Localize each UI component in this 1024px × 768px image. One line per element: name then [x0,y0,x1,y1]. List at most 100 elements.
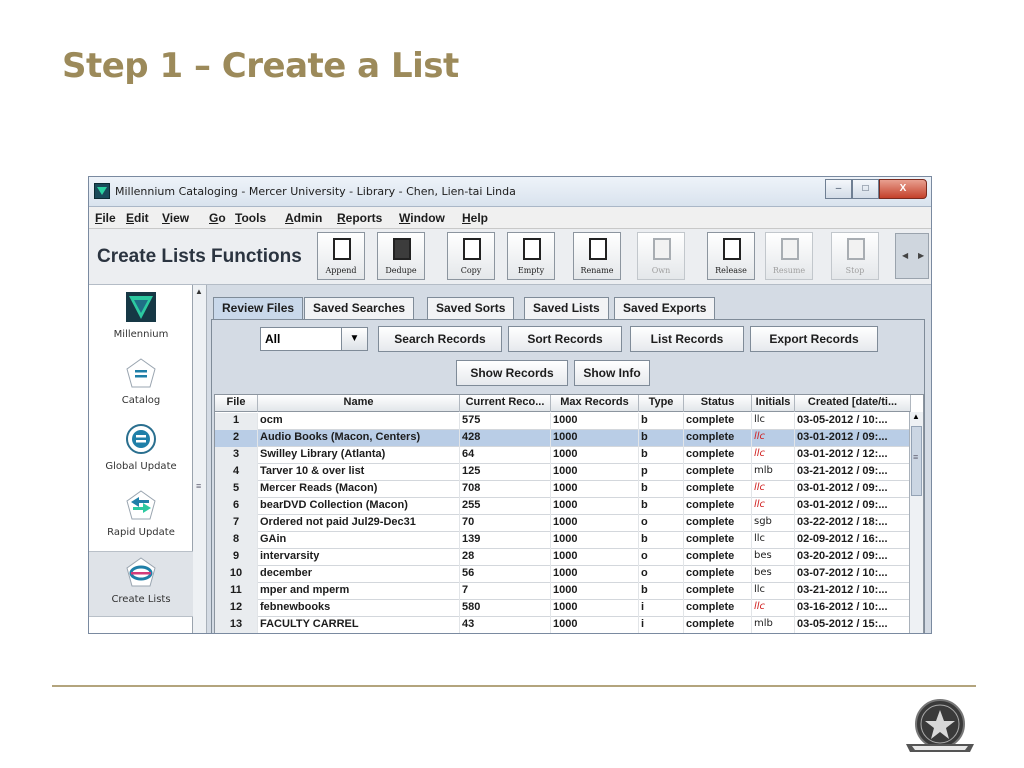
table-row[interactable]: 4 Tarver 10 & over list 125 1000 p complete ml… [215,464,911,481]
column-header-type[interactable]: Type [639,395,684,412]
cell-status: complete [684,447,752,464]
scroll-right-icon[interactable]: ▶ [918,251,924,260]
tab-saved-searches[interactable]: Saved Searches [304,297,415,319]
minimize-button[interactable]: – [825,179,852,199]
table-row[interactable]: 3 Swilley Library (Atlanta) 64 1000 b complet… [215,447,911,464]
append-button[interactable]: Append [317,232,365,280]
scroll-left-icon[interactable]: ◀ [902,251,908,260]
table-row[interactable]: 1 ocm 575 1000 b complete llc 03-05-2012 / 10:.… [215,413,911,430]
column-header-file[interactable]: File [215,395,258,412]
table-row[interactable]: 11 mper and mperm 7 1000 b complete llc 03-21-2… [215,583,911,600]
scroll-up-icon[interactable]: ▲ [195,287,203,296]
dedupe-button[interactable]: Dedupe [377,232,425,280]
cell-list-name: febnewbooks [258,600,460,617]
cell-record-type: o [639,549,684,566]
dedupe-icon [393,238,411,260]
menu-go[interactable]: Go [209,211,226,225]
menu-tools[interactable]: Tools [235,211,266,225]
sidebar-item-catalog[interactable]: Catalog [89,353,193,419]
cell-current-records: 28 [460,549,551,566]
tab-review-files[interactable]: Review Files [213,297,304,319]
empty-button[interactable]: Empty [507,232,555,280]
menu-file[interactable]: File [95,211,116,225]
tab-saved-lists[interactable]: Saved Lists [524,297,609,319]
sidebar-item-create-lists[interactable]: Create Lists [89,551,193,617]
menu-admin[interactable]: Admin [285,211,322,225]
cell-created-date: 03-01-2012 / 09:... [795,481,911,498]
menu-view[interactable]: View [162,211,189,225]
column-header-name[interactable]: Name [258,395,460,412]
column-header-current-records[interactable]: Current Reco... [460,395,551,412]
menu-help[interactable]: Help [462,211,488,225]
table-row[interactable]: 2 Audio Books (Macon, Centers) 428 1000 b com… [215,430,911,447]
table-row[interactable]: 6 bearDVD Collection (Macon) 255 1000 b compl… [215,498,911,515]
cell-current-records: 64 [460,447,551,464]
cell-status: complete [684,566,752,583]
cell-initials: bes [752,566,795,583]
resume-button[interactable]: Resume [765,232,813,280]
cell-max-records: 1000 [551,549,639,566]
column-header-created[interactable]: Created [date/ti... [795,395,911,412]
cell-current-records: 56 [460,566,551,583]
rename-button[interactable]: Rename [573,232,621,280]
tab-saved-exports[interactable]: Saved Exports [614,297,716,319]
export-records-button[interactable]: Export Records [750,326,878,352]
release-button[interactable]: Release [707,232,755,280]
empty-label: Empty [517,266,545,275]
toolbar-scroll[interactable]: ◀ ▶ [895,233,929,279]
cell-created-date: 03-22-2012 / 18:... [795,515,911,532]
own-button[interactable]: Own [637,232,685,280]
cell-created-date: 03-01-2012 / 09:... [795,430,911,447]
column-header-max-records[interactable]: Max Records [551,395,639,412]
scroll-grip-icon: ≡ [913,452,919,462]
sidebar-item-rapid-update[interactable]: Rapid Update [89,485,193,551]
column-header-status[interactable]: Status [684,395,752,412]
table-row[interactable]: 13 FACULTY CARREL 43 1000 i complete mlb 03-05-… [215,617,911,633]
column-header-initials[interactable]: Initials [752,395,795,412]
own-icon [653,238,671,260]
table-row[interactable]: 10 december 56 1000 o complete bes 03-07-2012 /… [215,566,911,583]
sidebar-item-global-update[interactable]: Global Update [89,419,193,485]
show-info-button[interactable]: Show Info [574,360,650,386]
chevron-down-icon[interactable]: ▼ [341,328,367,350]
menu-edit[interactable]: Edit [126,211,149,225]
window-title: Millennium Cataloging - Mercer Universit… [115,185,516,198]
close-button[interactable]: X [879,179,927,199]
file-type-dropdown[interactable]: All ▼ [260,327,368,351]
table-row[interactable]: 9 intervarsity 28 1000 o complete bes 03-20-201… [215,549,911,566]
cell-initials: llc [752,447,795,464]
table-row[interactable]: 7 Ordered not paid Jul29-Dec31 70 1000 o comp… [215,515,911,532]
list-records-button[interactable]: List Records [630,326,744,352]
search-records-button[interactable]: Search Records [378,326,502,352]
cell-initials: llc [752,481,795,498]
maximize-button[interactable]: □ [852,179,879,199]
stop-button[interactable]: Stop [831,232,879,280]
cell-current-records: 575 [460,413,551,430]
table-row[interactable]: 8 GAin 139 1000 b complete llc 02-09-2012 / 16:… [215,532,911,549]
cell-max-records: 1000 [551,481,639,498]
cell-record-type: b [639,481,684,498]
window-titlebar[interactable]: Millennium Cataloging - Mercer Universit… [89,177,931,207]
tab-saved-sorts[interactable]: Saved Sorts [427,297,515,319]
copy-button[interactable]: Copy [447,232,495,280]
app-window: Millennium Cataloging - Mercer Universit… [88,176,932,634]
table-row[interactable]: 12 febnewbooks 580 1000 i complete llc 03-16-20… [215,600,911,617]
cell-list-name: ocm [258,413,460,430]
cell-status: complete [684,430,752,447]
show-records-button[interactable]: Show Records [456,360,568,386]
cell-created-date: 03-21-2012 / 10:... [795,583,911,600]
cell-file-number: 5 [215,481,258,498]
sidebar-item-millennium[interactable]: Millennium [89,287,193,353]
table-row[interactable]: 5 Mercer Reads (Macon) 708 1000 b complete llc… [215,481,911,498]
scroll-up-icon[interactable]: ▲ [912,412,920,421]
sort-records-button[interactable]: Sort Records [508,326,622,352]
cell-list-name: Audio Books (Macon, Centers) [258,430,460,447]
menu-reports[interactable]: Reports [337,211,382,225]
table-scrollbar[interactable]: ▲ ≡ [909,412,923,633]
cell-file-number: 6 [215,498,258,515]
sidebar-scrollbar[interactable]: ▲ ≡ [193,285,207,633]
cell-record-type: b [639,430,684,447]
menu-window[interactable]: Window [399,211,445,225]
cell-current-records: 708 [460,481,551,498]
scroll-grip-icon: ≡ [196,481,202,491]
